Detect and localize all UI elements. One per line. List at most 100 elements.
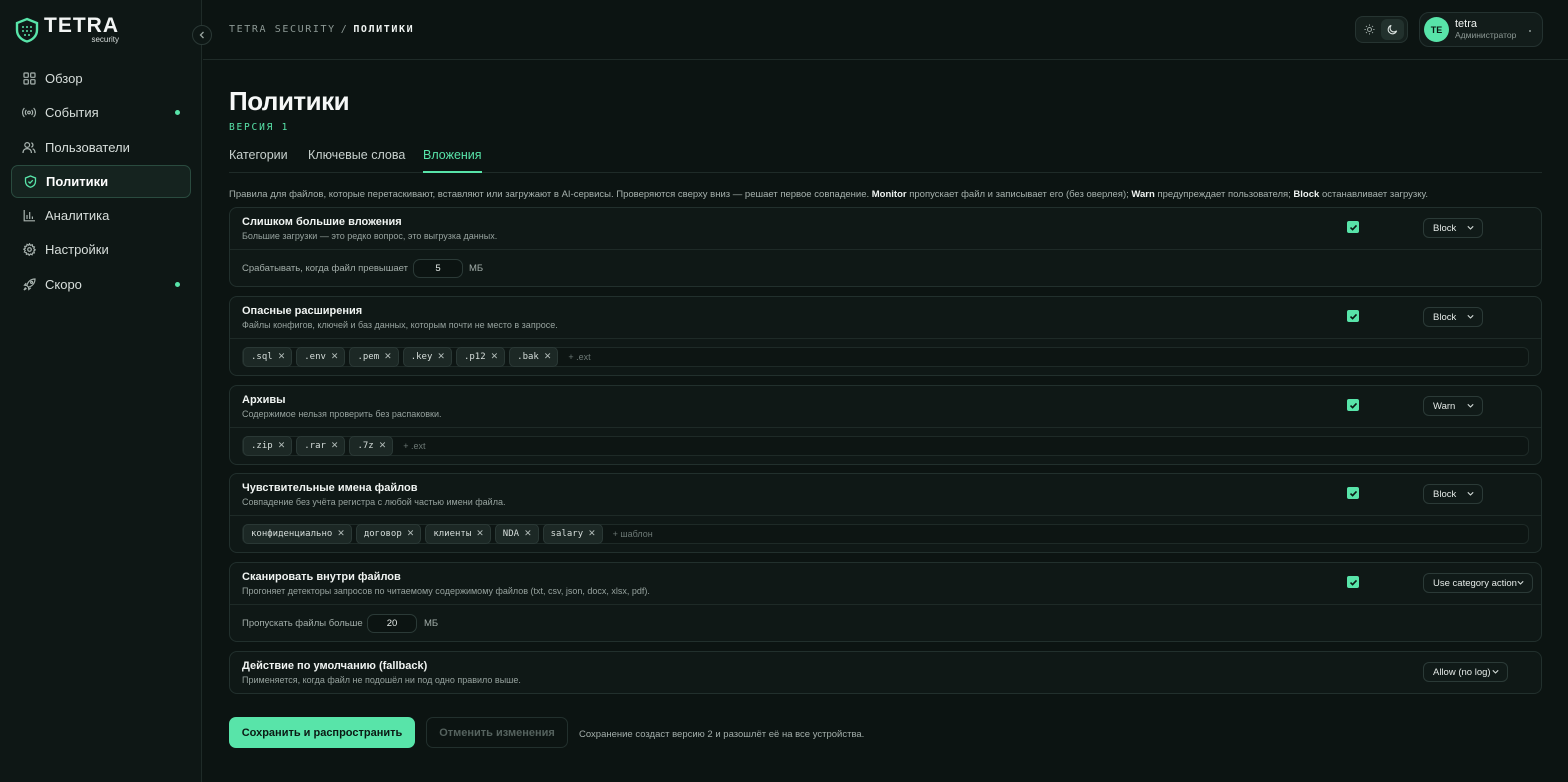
notification-dot xyxy=(175,281,180,287)
rule-action-select[interactable]: Block xyxy=(1423,218,1483,238)
rule-enabled-checkbox[interactable] xyxy=(1347,221,1359,233)
sidebar-item-label: Обзор xyxy=(45,71,83,86)
sidebar-item-label: Пользователи xyxy=(45,139,130,155)
rule-enabled-checkbox[interactable] xyxy=(1347,576,1359,588)
page-title: Политики xyxy=(229,86,350,116)
user-menu[interactable]: TE tetra Администратор xyxy=(1419,12,1543,47)
user-role: Администратор xyxy=(1455,30,1517,40)
remove-tag-icon[interactable]: ✕ xyxy=(437,352,445,362)
remove-tag-icon[interactable]: ✕ xyxy=(379,441,387,451)
policy-version: ВЕРСИЯ 1 xyxy=(229,122,290,133)
tag-chip: .rar ✕ xyxy=(296,436,346,456)
check-icon xyxy=(1349,402,1357,409)
remove-tag-icon[interactable]: ✕ xyxy=(384,352,392,362)
rule-card-sensitive-names: Чувствительные имена файлов Совпадение б… xyxy=(229,473,1542,553)
rule-card-fallback: Действие по умолчанию (fallback) Применя… xyxy=(229,651,1542,694)
tag-label: .key xyxy=(410,352,433,362)
rule-action-select[interactable]: Block xyxy=(1423,484,1483,504)
brand-word: TETRA xyxy=(44,14,119,37)
rule-title: Действие по умолчанию (fallback) xyxy=(242,660,428,672)
bar-chart-icon xyxy=(22,209,36,223)
check-icon xyxy=(1349,579,1357,586)
sidebar-item-events[interactable]: События xyxy=(11,96,191,129)
tag-label: клиенты xyxy=(433,529,472,539)
check-icon xyxy=(1349,224,1357,231)
sidebar-item-soon[interactable]: Скоро xyxy=(11,268,191,301)
size-unit: МБ xyxy=(424,618,439,629)
rule-action-value: Use category action xyxy=(1433,577,1517,589)
remove-tag-icon[interactable]: ✕ xyxy=(278,352,286,362)
add-extension-input[interactable]: + .ext xyxy=(568,352,590,362)
check-icon xyxy=(1349,313,1357,320)
save-and-publish-button[interactable]: Сохранить и распространить xyxy=(229,717,415,748)
rule-title: Сканировать внутри файлов xyxy=(242,571,401,583)
remove-tag-icon[interactable]: ✕ xyxy=(544,352,552,362)
rule-enabled-checkbox[interactable] xyxy=(1347,399,1359,411)
gear-icon xyxy=(22,243,36,257)
rule-action-select[interactable]: Block xyxy=(1423,307,1483,327)
remove-tag-icon[interactable]: ✕ xyxy=(331,352,339,362)
sidebar: TETRA security Обзор События Пользовател… xyxy=(0,0,202,782)
filename-pattern-list: конфиденциально ✕ договор ✕ клиенты ✕ NDA ✕ … xyxy=(242,524,1529,544)
tag-label: .sql xyxy=(251,352,273,362)
remove-tag-icon[interactable]: ✕ xyxy=(491,352,499,362)
rule-description: Прогоняет детекторы запросов по читаемом… xyxy=(242,586,650,596)
sidebar-item-analytics[interactable]: Аналитика xyxy=(11,199,191,232)
remove-tag-icon[interactable]: ✕ xyxy=(524,529,532,539)
sidebar-item-overview[interactable]: Обзор xyxy=(11,62,191,95)
tag-label: .pem xyxy=(357,352,380,362)
tag-chip: .bak ✕ xyxy=(509,347,559,367)
intro-text: предупреждает пользователя; xyxy=(1157,189,1291,200)
remove-tag-icon[interactable]: ✕ xyxy=(331,441,339,451)
remove-tag-icon[interactable]: ✕ xyxy=(337,529,345,539)
rule-enabled-checkbox[interactable] xyxy=(1347,487,1359,499)
rule-enabled-checkbox[interactable] xyxy=(1347,310,1359,322)
remove-tag-icon[interactable]: ✕ xyxy=(476,529,484,539)
extension-tag-list: .sql ✕ .env ✕ .pem ✕ .key ✕ .p12 ✕ .bak ✕ + .e… xyxy=(242,347,1529,367)
chevron-down-icon xyxy=(1467,491,1474,496)
tag-chip: .zip ✕ xyxy=(243,436,293,456)
add-pattern-input[interactable]: + шаблон xyxy=(613,529,653,539)
tab-keywords[interactable]: Ключевые слова xyxy=(308,148,405,173)
rule-card-scan-inside: Сканировать внутри файлов Прогоняет дете… xyxy=(229,562,1542,642)
tab-attachments[interactable]: Вложения xyxy=(423,148,482,173)
sidebar-collapse-button[interactable] xyxy=(192,25,212,45)
tag-chip: NDA ✕ xyxy=(494,524,539,544)
remove-tag-icon[interactable]: ✕ xyxy=(588,529,596,539)
rocket-icon xyxy=(22,277,36,291)
light-theme-button[interactable] xyxy=(1358,19,1381,40)
brand-sub: security xyxy=(91,35,119,44)
intro-text: пропускает файл и записывает его (без ов… xyxy=(909,189,1129,200)
rule-action-value: Block xyxy=(1433,222,1457,234)
sidebar-item-users[interactable]: Пользователи xyxy=(11,131,191,164)
skip-size-input[interactable]: 20 xyxy=(367,614,417,633)
size-threshold-input[interactable]: 5 xyxy=(413,259,463,278)
rule-action-select[interactable]: Use category action xyxy=(1423,573,1533,593)
discard-changes-button[interactable]: Отменить изменения xyxy=(426,717,568,748)
theme-toggle[interactable] xyxy=(1355,16,1408,43)
add-extension-input[interactable]: + .ext xyxy=(403,441,425,451)
sidebar-item-policies[interactable]: Политики xyxy=(11,164,191,198)
rule-title: Архивы xyxy=(242,394,286,406)
tag-label: .bak xyxy=(517,352,539,362)
top-bar: TETRA SECURITY / ПОЛИТИКИ TE tetra Админис… xyxy=(203,0,1568,60)
remove-tag-icon[interactable]: ✕ xyxy=(407,529,415,539)
remove-tag-icon[interactable]: ✕ xyxy=(278,441,286,451)
sidebar-item-label: Политики xyxy=(46,173,109,189)
breadcrumb-separator: / xyxy=(340,24,349,35)
dark-theme-button[interactable] xyxy=(1381,19,1404,40)
sidebar-nav: Обзор События Пользователи Политики Анал… xyxy=(11,62,191,302)
intro-text: останавливает загрузку. xyxy=(1321,189,1428,200)
breadcrumb-root[interactable]: TETRA SECURITY xyxy=(229,24,336,35)
sidebar-item-label: Скоро xyxy=(45,276,82,292)
rule-action-select[interactable]: Warn xyxy=(1423,396,1483,416)
tag-chip: .env ✕ xyxy=(296,347,346,367)
sidebar-item-settings[interactable]: Настройки xyxy=(11,233,191,266)
tag-label: .zip xyxy=(251,441,273,451)
tag-label: .rar xyxy=(304,441,326,451)
tag-chip: .pem ✕ xyxy=(349,347,399,367)
tab-categories[interactable]: Категории xyxy=(229,148,288,173)
tag-chip: .p12 ✕ xyxy=(455,347,506,367)
fallback-action-select[interactable]: Allow (no log) xyxy=(1423,662,1508,682)
brand-logo[interactable]: TETRA security xyxy=(14,14,119,44)
